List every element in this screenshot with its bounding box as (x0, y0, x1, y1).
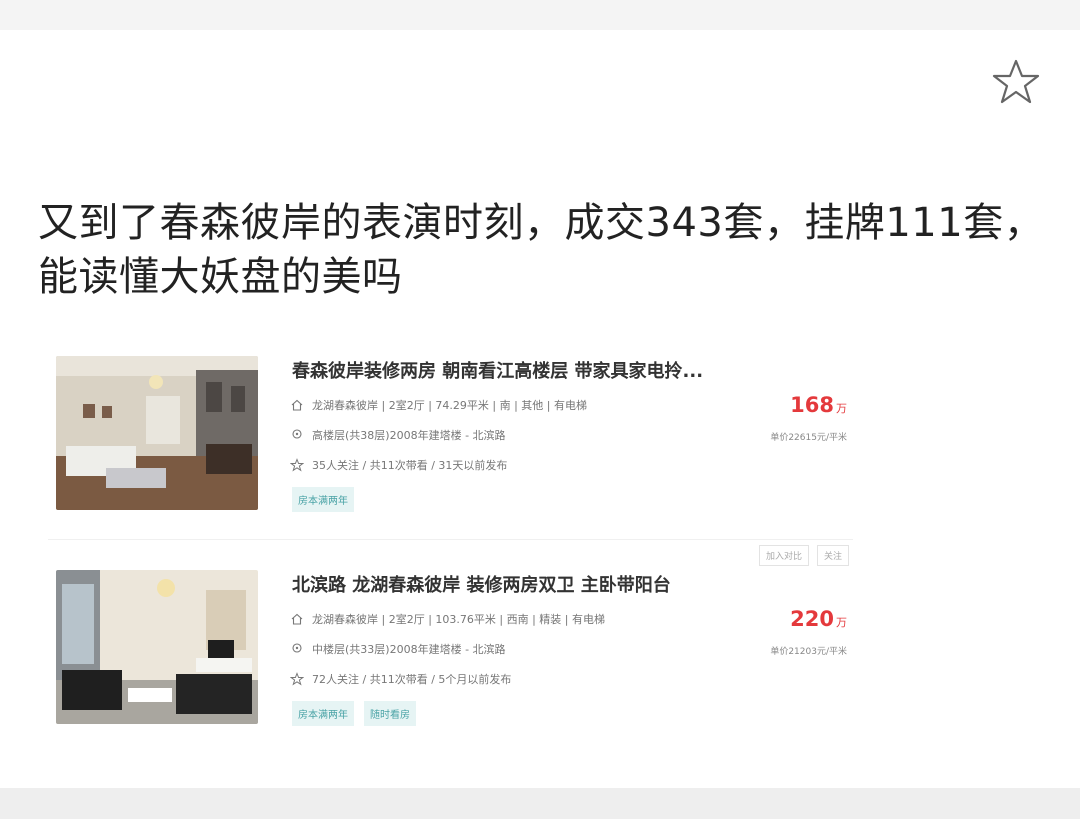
star-icon (290, 458, 304, 472)
unit-price: 单价21203元/平米 (770, 647, 847, 657)
listing-row[interactable]: 加入对比 关注 北滨路 龙湖春森彼岸 装修两房双卫 主卧带阳台 龙湖春森彼岸 |… (48, 539, 853, 753)
top-bar (0, 0, 1080, 30)
listing-photo[interactable] (56, 570, 258, 724)
listing-screenshot: 春森彼岸装修两房 朝南看江高楼层 带家具家电拎... 龙湖春森彼岸 | 2室2厅… (48, 326, 853, 753)
listing-title[interactable]: 北滨路 龙湖春森彼岸 装修两房双卫 主卧带阳台 (292, 571, 671, 597)
price-unit: 万 (836, 616, 847, 629)
listing-follow: 72人关注 / 共11次带看 / 5个月以前发布 (290, 671, 511, 687)
listing-price: 220 万 (790, 607, 847, 631)
add-compare-button[interactable]: 加入对比 (758, 545, 809, 566)
listing-follow: 35人关注 / 共11次带看 / 31天以前发布 (290, 457, 507, 473)
listing-actions: 加入对比 关注 (758, 545, 849, 566)
listing-info: 龙湖春森彼岸 | 2室2厅 | 74.29平米 | 南 | 其他 | 有电梯 (290, 397, 587, 413)
listing-tags: 房本满两年 随时看房 (292, 701, 416, 726)
listing-tags: 房本满两年 (292, 487, 354, 512)
tag: 房本满两年 (292, 487, 354, 512)
listing-floor: 中楼层(共33层)2008年建塔楼 - 北滨路 (290, 641, 506, 657)
price-value: 168 (790, 393, 834, 417)
house-icon (291, 399, 303, 411)
unit-price: 单价22615元/平米 (770, 433, 847, 443)
listing-info-text: 龙湖春森彼岸 | 2室2厅 | 103.76平米 | 西南 | 精装 | 有电梯 (312, 613, 605, 626)
listing-info-text: 龙湖春森彼岸 | 2室2厅 | 74.29平米 | 南 | 其他 | 有电梯 (312, 399, 587, 412)
listing-floor-text: 中楼层(共33层)2008年建塔楼 - 北滨路 (312, 643, 506, 656)
price-unit: 万 (836, 402, 847, 415)
star-outline-icon (992, 59, 1040, 104)
favorite-button[interactable] (990, 56, 1042, 108)
follow-button[interactable]: 关注 (816, 545, 849, 566)
bottom-bar (0, 788, 1080, 819)
listing-photo[interactable] (56, 356, 258, 510)
location-pin-icon (292, 643, 302, 653)
listing-follow-text: 72人关注 / 共11次带看 / 5个月以前发布 (312, 673, 512, 686)
tag: 房本满两年 (292, 701, 354, 726)
house-icon (291, 613, 303, 625)
listing-floor-text: 高楼层(共38层)2008年建塔楼 - 北滨路 (312, 429, 506, 442)
post-title: 又到了春森彼岸的表演时刻，成交343套，挂牌111套，能读懂大妖盘的美吗 (38, 200, 1045, 300)
listing-row[interactable]: 春森彼岸装修两房 朝南看江高楼层 带家具家电拎... 龙湖春森彼岸 | 2室2厅… (48, 326, 853, 539)
price-value: 220 (790, 607, 834, 631)
listing-price: 168 万 (790, 393, 847, 417)
location-pin-icon (292, 429, 302, 439)
tag: 随时看房 (364, 701, 416, 726)
listing-follow-text: 35人关注 / 共11次带看 / 31天以前发布 (312, 459, 508, 472)
listing-floor: 高楼层(共38层)2008年建塔楼 - 北滨路 (290, 427, 506, 443)
listing-info: 龙湖春森彼岸 | 2室2厅 | 103.76平米 | 西南 | 精装 | 有电梯 (290, 611, 605, 627)
star-icon (290, 672, 304, 686)
listing-title[interactable]: 春森彼岸装修两房 朝南看江高楼层 带家具家电拎... (292, 357, 703, 383)
